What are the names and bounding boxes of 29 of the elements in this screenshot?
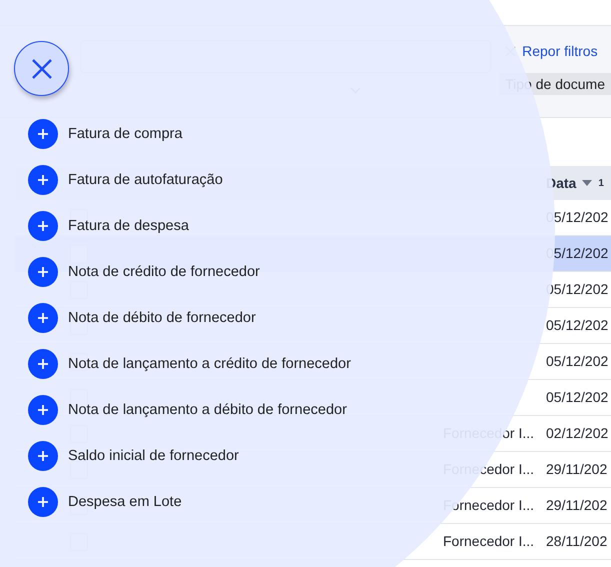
menu-item[interactable]: Nota de lançamento a crédito de fornecedor <box>14 341 351 387</box>
date-cell: 29/11/202 <box>546 496 608 512</box>
menu-item[interactable]: Nota de lançamento a débito de fornecedor <box>14 387 347 433</box>
column-header[interactable]: Data 1 <box>546 175 611 191</box>
date-cell: 28/11/202 <box>546 532 608 548</box>
date-cell: 05/12/202 <box>546 388 608 404</box>
date-cell: 05/12/202 <box>546 316 608 332</box>
date-cell: 05/12/202 <box>546 280 608 296</box>
menu-item[interactable]: Fatura de autofaturação <box>14 157 223 203</box>
plus-icon <box>28 165 58 195</box>
plus-icon <box>28 349 58 379</box>
date-cell: 05/12/202 <box>546 352 608 368</box>
plus-icon <box>28 441 58 471</box>
plus-icon <box>28 211 58 241</box>
supplier-cell: Fornecedor I... <box>443 532 534 548</box>
plus-icon <box>28 119 58 149</box>
menu-item[interactable]: Fatura de despesa <box>14 203 189 249</box>
close-icon <box>30 58 52 80</box>
menu-item[interactable]: Nota de débito de fornecedor <box>14 295 256 341</box>
menu-item[interactable]: Saldo inicial de fornecedor <box>14 433 239 479</box>
menu-item[interactable]: Fatura de compra <box>14 111 182 157</box>
menu-item[interactable]: Nota de crédito de fornecedor <box>14 249 260 295</box>
date-cell: 29/11/202 <box>546 460 608 476</box>
plus-icon <box>28 303 58 333</box>
date-cell: 02/12/202 <box>546 424 608 440</box>
plus-icon <box>28 257 58 287</box>
menu-item[interactable]: Despesa em Lote <box>14 479 182 525</box>
plus-icon <box>28 487 58 517</box>
plus-icon <box>28 395 58 425</box>
